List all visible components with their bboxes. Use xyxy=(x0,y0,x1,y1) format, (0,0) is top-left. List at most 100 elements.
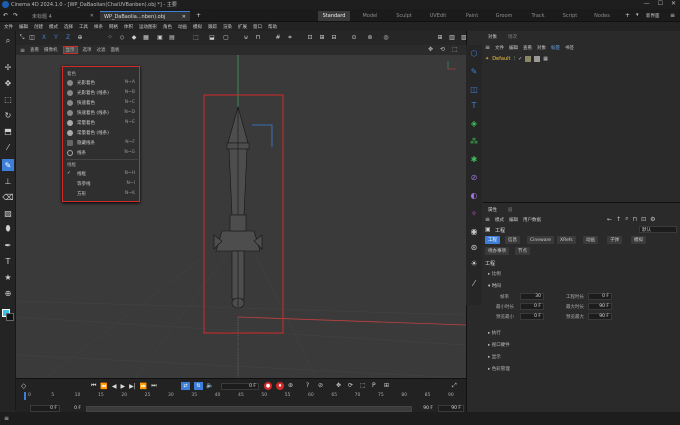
brush-icon[interactable]: ✎ xyxy=(2,159,14,171)
fps-field[interactable]: 30 xyxy=(520,293,544,300)
subtab-cineware[interactable]: Cineware xyxy=(527,236,554,244)
menu-volume[interactable]: 体积 xyxy=(124,24,133,30)
rotate-icon[interactable]: ↻ xyxy=(2,109,14,121)
section-scale[interactable]: ▸ 比例 xyxy=(488,271,501,277)
help-icon[interactable]: ? xyxy=(306,382,309,389)
viewport-menu-options[interactable]: 选项 xyxy=(83,47,92,53)
gradient-icon[interactable]: ▨ xyxy=(2,207,14,219)
up-arrow-icon[interactable]: ↑ xyxy=(616,216,621,223)
new-layout-label[interactable]: 新界面 xyxy=(646,13,660,19)
objects-menu-object[interactable]: 对象 xyxy=(537,45,546,51)
viewport-pan-icon[interactable]: ✥ xyxy=(428,46,433,53)
render-region-icon[interactable]: ⊞ xyxy=(318,33,326,42)
workspace-track[interactable]: Track xyxy=(526,11,550,21)
menu-item-hidden-line[interactable]: 隐藏线条 N~F xyxy=(67,138,139,147)
rect-select-icon[interactable]: ⬚ xyxy=(2,93,14,105)
objects-menu-tags[interactable]: 标签 xyxy=(551,45,560,51)
minimize-icon[interactable]: — xyxy=(644,0,650,7)
workspace-groom[interactable]: Groom xyxy=(492,11,516,21)
tab-document-active[interactable]: WP_DaBaolia...nben).obj ✕ xyxy=(100,11,190,21)
menu-mode[interactable]: 模式 xyxy=(49,24,58,30)
project-time-field[interactable]: 0 F xyxy=(588,293,612,300)
workspace-nodes[interactable]: Nodes xyxy=(590,11,614,21)
preview-max-field[interactable]: 90 F xyxy=(588,313,612,320)
spline-pen-icon[interactable]: ✎ xyxy=(468,65,480,77)
motion-clip-icon[interactable]: ⊘ xyxy=(318,382,323,389)
menu-item-lines[interactable]: 线条 N~G xyxy=(67,148,139,157)
knife-icon[interactable]: ⁄ xyxy=(2,141,14,153)
min-time-field[interactable]: 0 F xyxy=(520,303,544,310)
workspace-model[interactable]: Model xyxy=(358,11,382,21)
snap-grid-icon[interactable]: # xyxy=(274,33,282,42)
loop-icon[interactable]: ⇄ xyxy=(181,382,190,390)
viewport-maximize-icon[interactable]: ⬚ xyxy=(452,46,458,53)
uv-mode-icon[interactable]: ▦ xyxy=(142,33,150,42)
select-arrow-icon[interactable]: ✢ xyxy=(2,61,14,73)
redo-icon[interactable]: ↷ xyxy=(13,12,18,19)
coord-system-icon[interactable]: ⊕ xyxy=(76,33,84,42)
section-color-management[interactable]: ▸ 色彩管理 xyxy=(488,366,510,372)
points-mode-icon[interactable]: ⁘ xyxy=(106,33,114,42)
key-selection-icon[interactable]: ⊛ xyxy=(288,382,293,389)
menu-item-quick-shading-lines[interactable]: 快速着色 (线条) N~D xyxy=(67,108,139,117)
status-menu-icon[interactable]: ≡ xyxy=(4,415,9,422)
subtab-project[interactable]: 工程 xyxy=(485,236,500,244)
subtab-simulation[interactable]: 模拟 xyxy=(631,236,646,244)
record-icon[interactable]: ● xyxy=(264,382,272,390)
viewport-menu-view[interactable]: 查看 xyxy=(30,47,39,53)
sound-icon[interactable]: 🔈 xyxy=(206,382,213,389)
environment-icon[interactable]: ◉ xyxy=(468,225,480,237)
menu-mograph[interactable]: 运动图形 xyxy=(139,24,157,30)
max-time-field[interactable]: 90 F xyxy=(588,303,612,310)
menu-mesh[interactable]: 网格 xyxy=(109,24,118,30)
close-icon[interactable]: ✕ xyxy=(671,0,676,7)
snap-settings-icon[interactable]: ⌗ xyxy=(286,33,294,42)
sword-model[interactable] xyxy=(213,105,263,309)
spline-shape-icon[interactable]: ◫ xyxy=(468,83,480,95)
attributes-menu-edit[interactable]: 编辑 xyxy=(509,217,518,223)
menu-item-quick-shading[interactable]: 快速着色 N~C xyxy=(67,98,139,107)
material-tag-icon[interactable] xyxy=(525,55,532,62)
transform-gizmo[interactable] xyxy=(252,124,273,147)
polygons-mode-icon[interactable]: ◆ xyxy=(130,33,138,42)
section-execution[interactable]: ▸ 执行 xyxy=(488,330,501,336)
objects-menu-file[interactable]: 文件 xyxy=(495,45,504,51)
tweak-mode-icon[interactable]: ▢ xyxy=(222,33,230,42)
view-settings-icon[interactable]: ▥ xyxy=(448,33,456,42)
star-icon[interactable]: ★ xyxy=(2,271,14,283)
tab-takes[interactable]: 场次 xyxy=(505,33,520,41)
tab-layers[interactable]: 层 xyxy=(505,206,516,214)
viewport-layout-icon[interactable]: ⊞ xyxy=(436,33,444,42)
subtab-info[interactable]: 信息 xyxy=(505,236,520,244)
menu-icon[interactable]: ≡ xyxy=(670,12,675,19)
bend-icon[interactable]: ✧ xyxy=(468,207,480,219)
workspace-sculpt[interactable]: Sculpt xyxy=(392,11,416,21)
cloner-icon[interactable]: ⁂ xyxy=(468,135,480,147)
subdivision-icon[interactable]: ◈ xyxy=(468,117,480,129)
mode-select[interactable]: 默认 xyxy=(639,226,677,233)
magnify-icon[interactable]: ⊕ xyxy=(2,287,14,299)
current-frame-field[interactable]: 0 F xyxy=(221,383,259,390)
viewport-menu-panel[interactable]: 面板 xyxy=(111,47,120,53)
menu-item-constant-shading-lines[interactable]: 常量着色 (线条) xyxy=(67,128,139,137)
add-workspace-icon[interactable]: + xyxy=(625,12,630,19)
key-pla-icon[interactable]: ⊞ xyxy=(384,382,389,389)
edges-mode-icon[interactable]: ◇ xyxy=(118,33,126,42)
end-frame-field[interactable]: 90 F xyxy=(438,405,464,412)
check-enabled-icon[interactable]: ✓ xyxy=(518,56,522,62)
end-frame-max-field[interactable]: 90 F xyxy=(414,405,436,412)
tab-objects[interactable]: 对象 xyxy=(485,33,500,41)
menu-item-box[interactable]: 方形 N~K xyxy=(67,189,139,198)
workspace-paint[interactable]: Paint xyxy=(460,11,484,21)
workplane-icon[interactable]: ▤ xyxy=(168,33,176,42)
axis-y-button[interactable]: Y xyxy=(52,33,60,42)
menu-render[interactable]: 渲染 xyxy=(223,24,232,30)
prev-frame-icon[interactable]: ◀ xyxy=(112,383,117,390)
object-name[interactable]: Default xyxy=(492,56,510,62)
play-icon[interactable]: ▶ xyxy=(121,383,126,390)
key-scale-icon[interactable]: ⬚ xyxy=(360,382,366,389)
key-rotation-icon[interactable]: ⟳ xyxy=(348,382,353,389)
tab-attributes[interactable]: 属性 xyxy=(485,206,500,214)
eraser-icon[interactable]: ⌫ xyxy=(2,191,14,203)
close-tab-icon[interactable]: ✕ xyxy=(90,13,94,19)
